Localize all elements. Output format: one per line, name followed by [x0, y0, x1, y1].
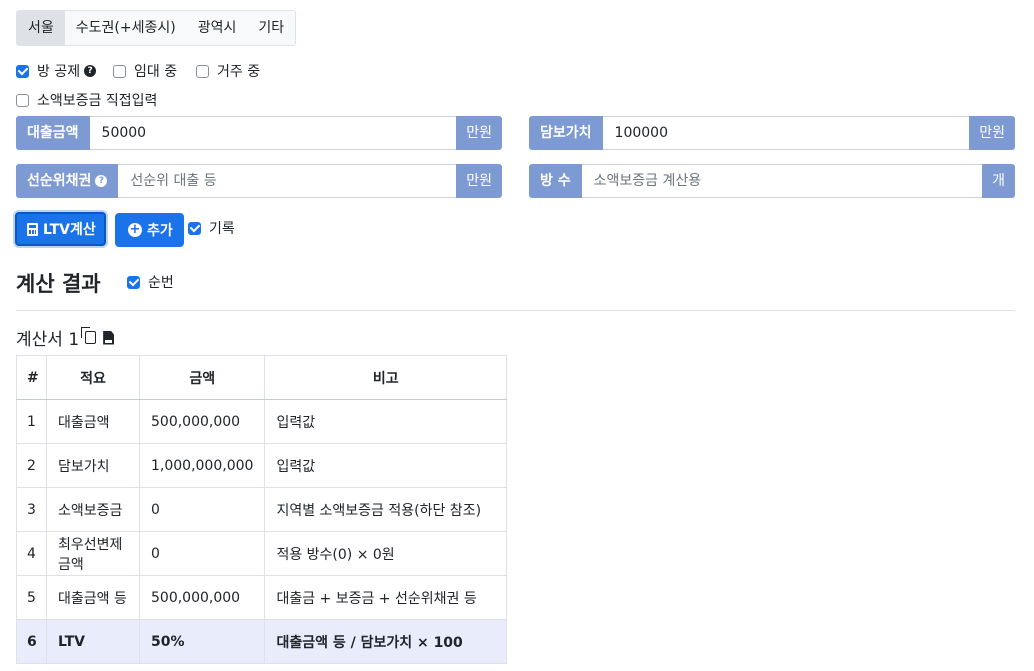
table-row-ltv: 6 LTV 50% 대출금액 등 / 담보가치 × 100: [16, 619, 507, 664]
room-deduction-label: 방 공제: [37, 64, 81, 80]
senior-lien-input[interactable]: [118, 164, 457, 198]
loan-amount-group: 대출금액 만원: [16, 116, 502, 150]
plus-circle-icon: +: [128, 222, 142, 237]
table-header-row: # 적요 금액 비고: [16, 355, 507, 400]
room-count-input[interactable]: [581, 164, 983, 198]
senior-lien-label: 선순위채권 ?: [16, 164, 119, 198]
room-deduction-option[interactable]: 방 공제 ?: [16, 61, 97, 81]
collateral-value-unit: 만원: [969, 116, 1015, 150]
row-note: 적용 방수(0) × 0원: [264, 531, 507, 576]
record-checkbox[interactable]: [188, 221, 201, 235]
table-row: 4 최우선변제금액 0 적용 방수(0) × 0원: [16, 531, 507, 576]
record-label: 기록: [209, 221, 235, 237]
divider: [16, 310, 1015, 311]
csv-file-icon[interactable]: [103, 330, 115, 345]
room-count-group: 방 수 개: [529, 164, 1015, 198]
row-number: 6: [16, 619, 47, 664]
row-amount: 500,000,000: [138, 399, 266, 444]
table-row: 2 담보가치 1,000,000,000 입력값: [16, 443, 507, 488]
copy-icon[interactable]: [81, 327, 97, 344]
room-deduction-checkbox[interactable]: [16, 64, 29, 78]
renting-checkbox[interactable]: [113, 64, 126, 78]
add-button[interactable]: + 추가: [115, 213, 184, 247]
row-note: 대출금액 등 / 담보가치 × 100: [264, 619, 507, 664]
renting-option[interactable]: 임대 중: [113, 61, 177, 81]
row-number: 4: [16, 531, 47, 576]
row-item: 최우선변제금액: [46, 531, 140, 576]
question-icon[interactable]: ?: [84, 65, 97, 77]
row-item: LTV: [46, 619, 140, 664]
loan-amount-input[interactable]: [89, 116, 457, 150]
result-title: 계산 결과: [16, 272, 101, 296]
collateral-value-input[interactable]: [602, 116, 970, 150]
sheet-title-text: 계산서 1: [16, 330, 80, 350]
senior-lien-label-text: 선순위채권: [27, 173, 92, 189]
row-amount: 50%: [138, 619, 266, 664]
header-item: 적요: [46, 355, 140, 400]
row-item: 대출금액: [46, 399, 140, 444]
order-option[interactable]: 순번: [127, 272, 174, 292]
row-number: 5: [16, 575, 47, 620]
header-number: #: [16, 355, 47, 400]
living-label: 거주 중: [217, 64, 261, 80]
calculation-table: # 적요 금액 비고 1 대출금액 500,000,000 입력값 2 담보가치…: [16, 355, 507, 664]
order-checkbox[interactable]: [127, 275, 140, 289]
row-item: 대출금액 등: [46, 575, 140, 620]
renting-label: 임대 중: [134, 64, 178, 80]
sheet-title: 계산서 1: [16, 325, 115, 350]
loan-amount-unit: 만원: [456, 116, 502, 150]
question-icon[interactable]: ?: [95, 175, 108, 187]
row-amount: 1,000,000,000: [138, 443, 266, 488]
row-number: 1: [16, 399, 47, 444]
room-count-label: 방 수: [529, 164, 582, 198]
senior-lien-unit: 만원: [456, 164, 502, 198]
living-checkbox[interactable]: [196, 64, 209, 78]
tab-capital-area[interactable]: 수도권(+세종시): [65, 11, 187, 45]
header-amount: 금액: [138, 355, 266, 400]
order-label: 순번: [148, 275, 174, 291]
row-note: 입력값: [264, 399, 507, 444]
ltv-calculate-button[interactable]: LTV계산: [15, 212, 106, 246]
table-row: 5 대출금액 등 500,000,000 대출금 + 보증금 + 선순위채권 등: [16, 575, 507, 620]
row-item: 소액보증금: [46, 487, 140, 532]
ltv-calculate-label: LTV계산: [43, 222, 96, 238]
record-option[interactable]: 기록: [188, 218, 235, 238]
direct-input-option[interactable]: 소액보증금 직접입력: [16, 90, 157, 110]
add-label: 추가: [147, 223, 173, 239]
collateral-value-group: 담보가치 만원: [529, 116, 1015, 150]
direct-input-checkbox[interactable]: [16, 93, 29, 107]
row-note: 입력값: [264, 443, 507, 488]
row-amount: 0: [138, 487, 266, 532]
row-item: 담보가치: [46, 443, 140, 488]
table-row: 3 소액보증금 0 지역별 소액보증금 적용(하단 참조): [16, 487, 507, 532]
header-note: 비고: [264, 355, 507, 400]
room-count-unit: 개: [982, 164, 1015, 198]
row-amount: 0: [138, 531, 266, 576]
direct-input-label: 소액보증금 직접입력: [37, 93, 158, 109]
row-number: 2: [16, 443, 47, 488]
row-amount: 500,000,000: [138, 575, 266, 620]
tab-metro-city[interactable]: 광역시: [187, 11, 248, 45]
tab-seoul[interactable]: 서울: [17, 11, 65, 45]
region-tabs: 서울 수도권(+세종시) 광역시 기타: [16, 10, 297, 46]
row-note: 지역별 소액보증금 적용(하단 참조): [264, 487, 507, 532]
collateral-value-label: 담보가치: [529, 116, 603, 150]
tab-other[interactable]: 기타: [247, 11, 295, 45]
row-note: 대출금 + 보증금 + 선순위채권 등: [264, 575, 507, 620]
table-row: 1 대출금액 500,000,000 입력값: [16, 399, 507, 444]
calculator-icon: [27, 222, 38, 236]
row-number: 3: [16, 487, 47, 532]
loan-amount-label: 대출금액: [16, 116, 90, 150]
living-option[interactable]: 거주 중: [196, 61, 260, 81]
senior-lien-group: 선순위채권 ? 만원: [16, 164, 502, 198]
